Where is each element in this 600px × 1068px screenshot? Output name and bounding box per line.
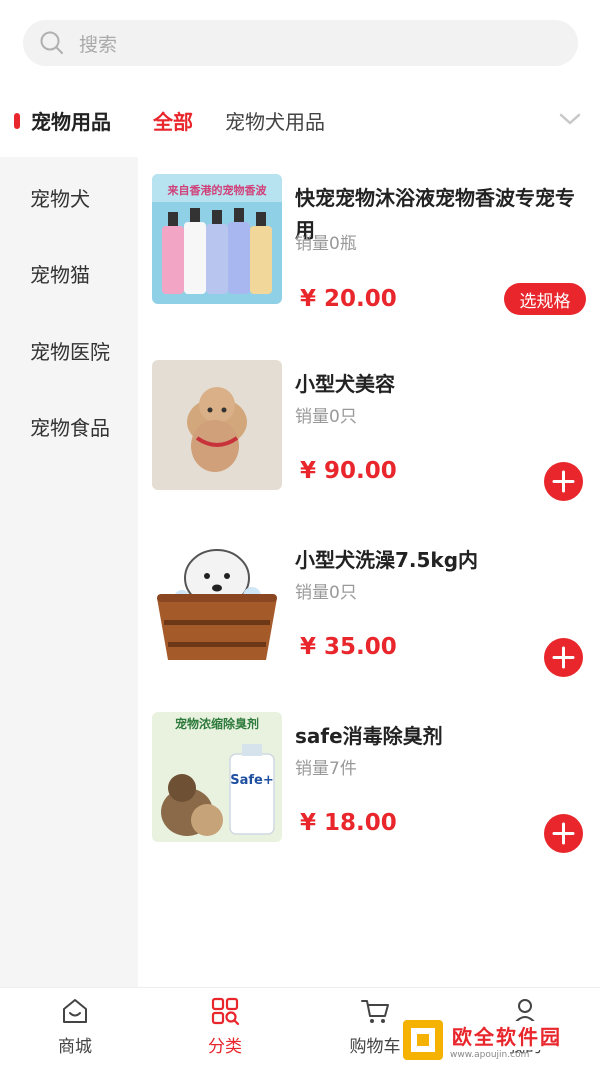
svg-text:来自香港的宠物香波: 来自香港的宠物香波 [167,183,268,197]
product-image-shampoo: 来自香港的宠物香波 [152,174,282,304]
sidebar-item-cat[interactable]: 宠物猫 [30,259,90,288]
product-image-deodorant: 宠物浓缩除臭剂 Safe+ [152,712,282,842]
cart-icon [361,1000,389,1023]
product-sales: 销量0只 [295,583,357,603]
product-item[interactable]: 宠物浓缩除臭剂 Safe+ safe消毒除臭剂 销量7件 ¥ 18.00 [152,712,592,853]
tab-mall-label: 商城 [58,1037,92,1057]
tab-all[interactable]: 全部 [153,106,193,135]
category-header: 宠物用品 全部 宠物犬用品 [0,98,600,142]
tab-dog-supplies[interactable]: 宠物犬用品 [225,106,325,135]
sidebar-item-food[interactable]: 宠物食品 [30,412,110,441]
chevron-down-icon[interactable] [557,108,583,130]
search-icon [40,31,63,54]
product-item[interactable]: 来自香港的宠物香波 快宠宠物沐浴液宠物香波专宠专用 销量0瓶 ¥ 20.00 选… [152,174,592,315]
product-price: ¥ 90.00 [300,458,397,484]
watermark-url: www.apoujin.com [450,1049,530,1060]
tab-category-label: 分类 [208,1037,242,1057]
product-price: ¥ 20.00 [300,286,397,312]
watermark-logo-icon [403,1020,443,1060]
product-sales: 销量0瓶 [295,234,357,254]
product-title: 小型犬美容 [295,372,395,396]
sidebar-item-dog[interactable]: 宠物犬 [30,183,90,212]
product-price: ¥ 35.00 [300,634,397,660]
product-image-poodle [152,360,282,490]
category-icon [211,997,240,1026]
product-title: safe消毒除臭剂 [295,724,443,748]
sidebar-item-hospital[interactable]: 宠物医院 [30,336,110,365]
active-indicator [14,112,20,129]
main-category-label: 宠物用品 [31,110,111,134]
tab-mall[interactable]: 商城 [25,996,125,1057]
product-sales: 销量0只 [295,407,357,427]
product-sales: 销量7件 [295,759,357,779]
product-item[interactable]: 小型犬美容 销量0只 ¥ 90.00 [152,360,592,501]
product-price: ¥ 18.00 [300,810,397,836]
main-category[interactable]: 宠物用品 [14,106,111,135]
watermark-text: 欧全软件园 [450,1020,564,1050]
add-to-cart-icon[interactable] [544,814,583,853]
search-bar[interactable]: 搜索 [23,20,578,66]
select-spec-button[interactable]: 选规格 [504,283,586,315]
product-item[interactable]: 小型犬洗澡7.5kg内 销量0只 ¥ 35.00 [152,536,592,677]
tab-category[interactable]: 分类 [175,996,275,1057]
svg-text:Safe+: Safe+ [230,773,274,788]
product-title: 小型犬洗澡7.5kg内 [295,548,479,572]
product-image-bath [152,536,282,666]
sidebar: 宠物犬 宠物猫 宠物医院 宠物食品 [0,157,138,987]
svg-text:宠物浓缩除臭剂: 宠物浓缩除臭剂 [175,716,259,731]
watermark: 欧全软件园 www.apoujin.com [402,1017,592,1063]
search-input[interactable]: 搜索 [79,30,117,57]
add-to-cart-icon[interactable] [544,638,583,677]
home-icon [63,999,87,1023]
add-to-cart-icon[interactable] [544,462,583,501]
